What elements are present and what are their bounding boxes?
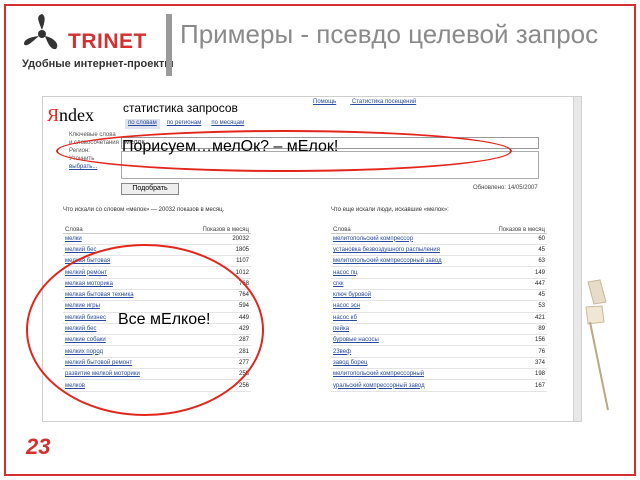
propeller-logo-icon <box>24 14 58 50</box>
tab-by-regions[interactable]: по регионам <box>164 119 205 129</box>
keyword-link[interactable]: насос кб <box>331 312 481 324</box>
keyword-link[interactable]: уральский компрессорный завод <box>331 379 481 392</box>
keyword-link[interactable]: мелитопольский компрессорный <box>331 368 481 381</box>
right-stats-table: Слова Показов в месяц мелитопольский комп… <box>331 217 547 392</box>
shows-count: 374 <box>480 357 547 370</box>
table-row: завод борец 374 <box>331 357 547 370</box>
table-row: насос кб 421 <box>331 312 547 324</box>
keyword-link[interactable]: насос эсн <box>331 300 481 313</box>
yandex-logo: Яndex <box>47 105 95 125</box>
title-divider <box>166 14 172 76</box>
table-row: сгкк 447 <box>331 278 547 290</box>
shows-count: 53 <box>480 300 547 313</box>
annotation-top: Порисуем…мелОк? – мЕлок! <box>122 138 339 155</box>
shows-count: 89 <box>480 323 547 336</box>
tab-by-months[interactable]: по месяцам <box>208 119 247 129</box>
shows-count: 149 <box>480 266 547 279</box>
keyword-link[interactable]: буровые насосы <box>331 334 481 347</box>
shows-count: 20032 <box>177 233 251 245</box>
shows-count: 60 <box>480 233 547 245</box>
shows-count: 156 <box>480 334 547 347</box>
keyword-link[interactable]: мелитопольский компрессор <box>331 233 481 245</box>
slide-title: Примеры - псевдо целевой запрос <box>180 19 599 49</box>
col-words-header: Слова <box>63 217 178 234</box>
right-table-caption: Что еще искали люди, искавшие «мелок»: <box>331 207 449 213</box>
trinet-logo: TRINET Удобные интернет-проекты <box>18 10 174 72</box>
annotation-bottom: Все мЕлкое! <box>118 311 211 328</box>
keyword-link[interactable]: 23веф <box>331 345 481 358</box>
stats-page-title: статистика запросов <box>123 101 238 115</box>
table-row: мелитопольский компрессорный завод 63 <box>331 255 547 268</box>
shows-count: 167 <box>480 379 547 392</box>
screenshot-scrollbar[interactable] <box>573 97 581 421</box>
help-link[interactable]: Помощь <box>313 99 336 105</box>
col-shows-header: Показов в месяц <box>177 217 251 234</box>
keyword-link[interactable]: завод борец <box>331 357 481 370</box>
pick-button[interactable]: Подобрать <box>121 183 179 195</box>
easel-decoration <box>585 279 609 411</box>
keyword-link[interactable]: насос пц <box>331 266 481 279</box>
tab-by-words[interactable]: по словам <box>125 119 160 129</box>
shows-count: 421 <box>480 312 547 324</box>
highlight-ellipse-list <box>26 244 264 416</box>
keyword-link[interactable]: сгкк <box>331 278 481 290</box>
table-row: 23веф 76 <box>331 345 547 358</box>
keyword-link[interactable]: ключ буровой <box>331 289 481 302</box>
page-number: 23 <box>26 434 51 459</box>
visits-stats-link[interactable]: Статистика посещений <box>352 99 416 105</box>
table-row: буровые насосы 156 <box>331 334 547 347</box>
table-row: пейка 89 <box>331 323 547 336</box>
table-row: установка безвоздушного распыления 45 <box>331 244 547 257</box>
shows-count: 198 <box>480 368 547 381</box>
col-shows-header: Показов в месяц <box>480 217 547 234</box>
shows-count: 45 <box>480 244 547 257</box>
table-row: мелитопольский компрессор 60 <box>331 233 547 245</box>
col-words-header: Слова <box>331 217 481 234</box>
logo-tagline: Удобные интернет-проекты <box>22 58 174 70</box>
keyword-link[interactable]: установка безвоздушного распыления <box>331 244 481 257</box>
keyword-link[interactable]: мелки <box>63 233 178 245</box>
table-row: уральский компрессорный завод 167 <box>331 379 547 392</box>
stats-tabs: по словам по регионам по месяцам <box>125 119 247 129</box>
shows-count: 45 <box>480 289 547 302</box>
table-row: насос пц 149 <box>331 266 547 279</box>
shows-count: 447 <box>480 278 547 290</box>
table-row: мелитопольский компрессорный 198 <box>331 368 547 381</box>
table-row: насос эсн 53 <box>331 300 547 313</box>
table-row: ключ буровой 45 <box>331 289 547 302</box>
keyword-link[interactable]: мелитопольский компрессорный завод <box>331 255 481 268</box>
shows-count: 63 <box>480 255 547 268</box>
keyword-link[interactable]: пейка <box>331 323 481 336</box>
left-table-caption: Что искали со словом «мелок» — 20032 пок… <box>63 207 225 213</box>
table-row: мелки 20032 <box>63 233 251 245</box>
shows-count: 76 <box>480 345 547 358</box>
updated-date: Обновлено: 14/05/2007 <box>473 185 538 191</box>
logo-name: TRINET <box>68 30 147 53</box>
top-links: Помощь Статистика посещений <box>313 99 430 105</box>
